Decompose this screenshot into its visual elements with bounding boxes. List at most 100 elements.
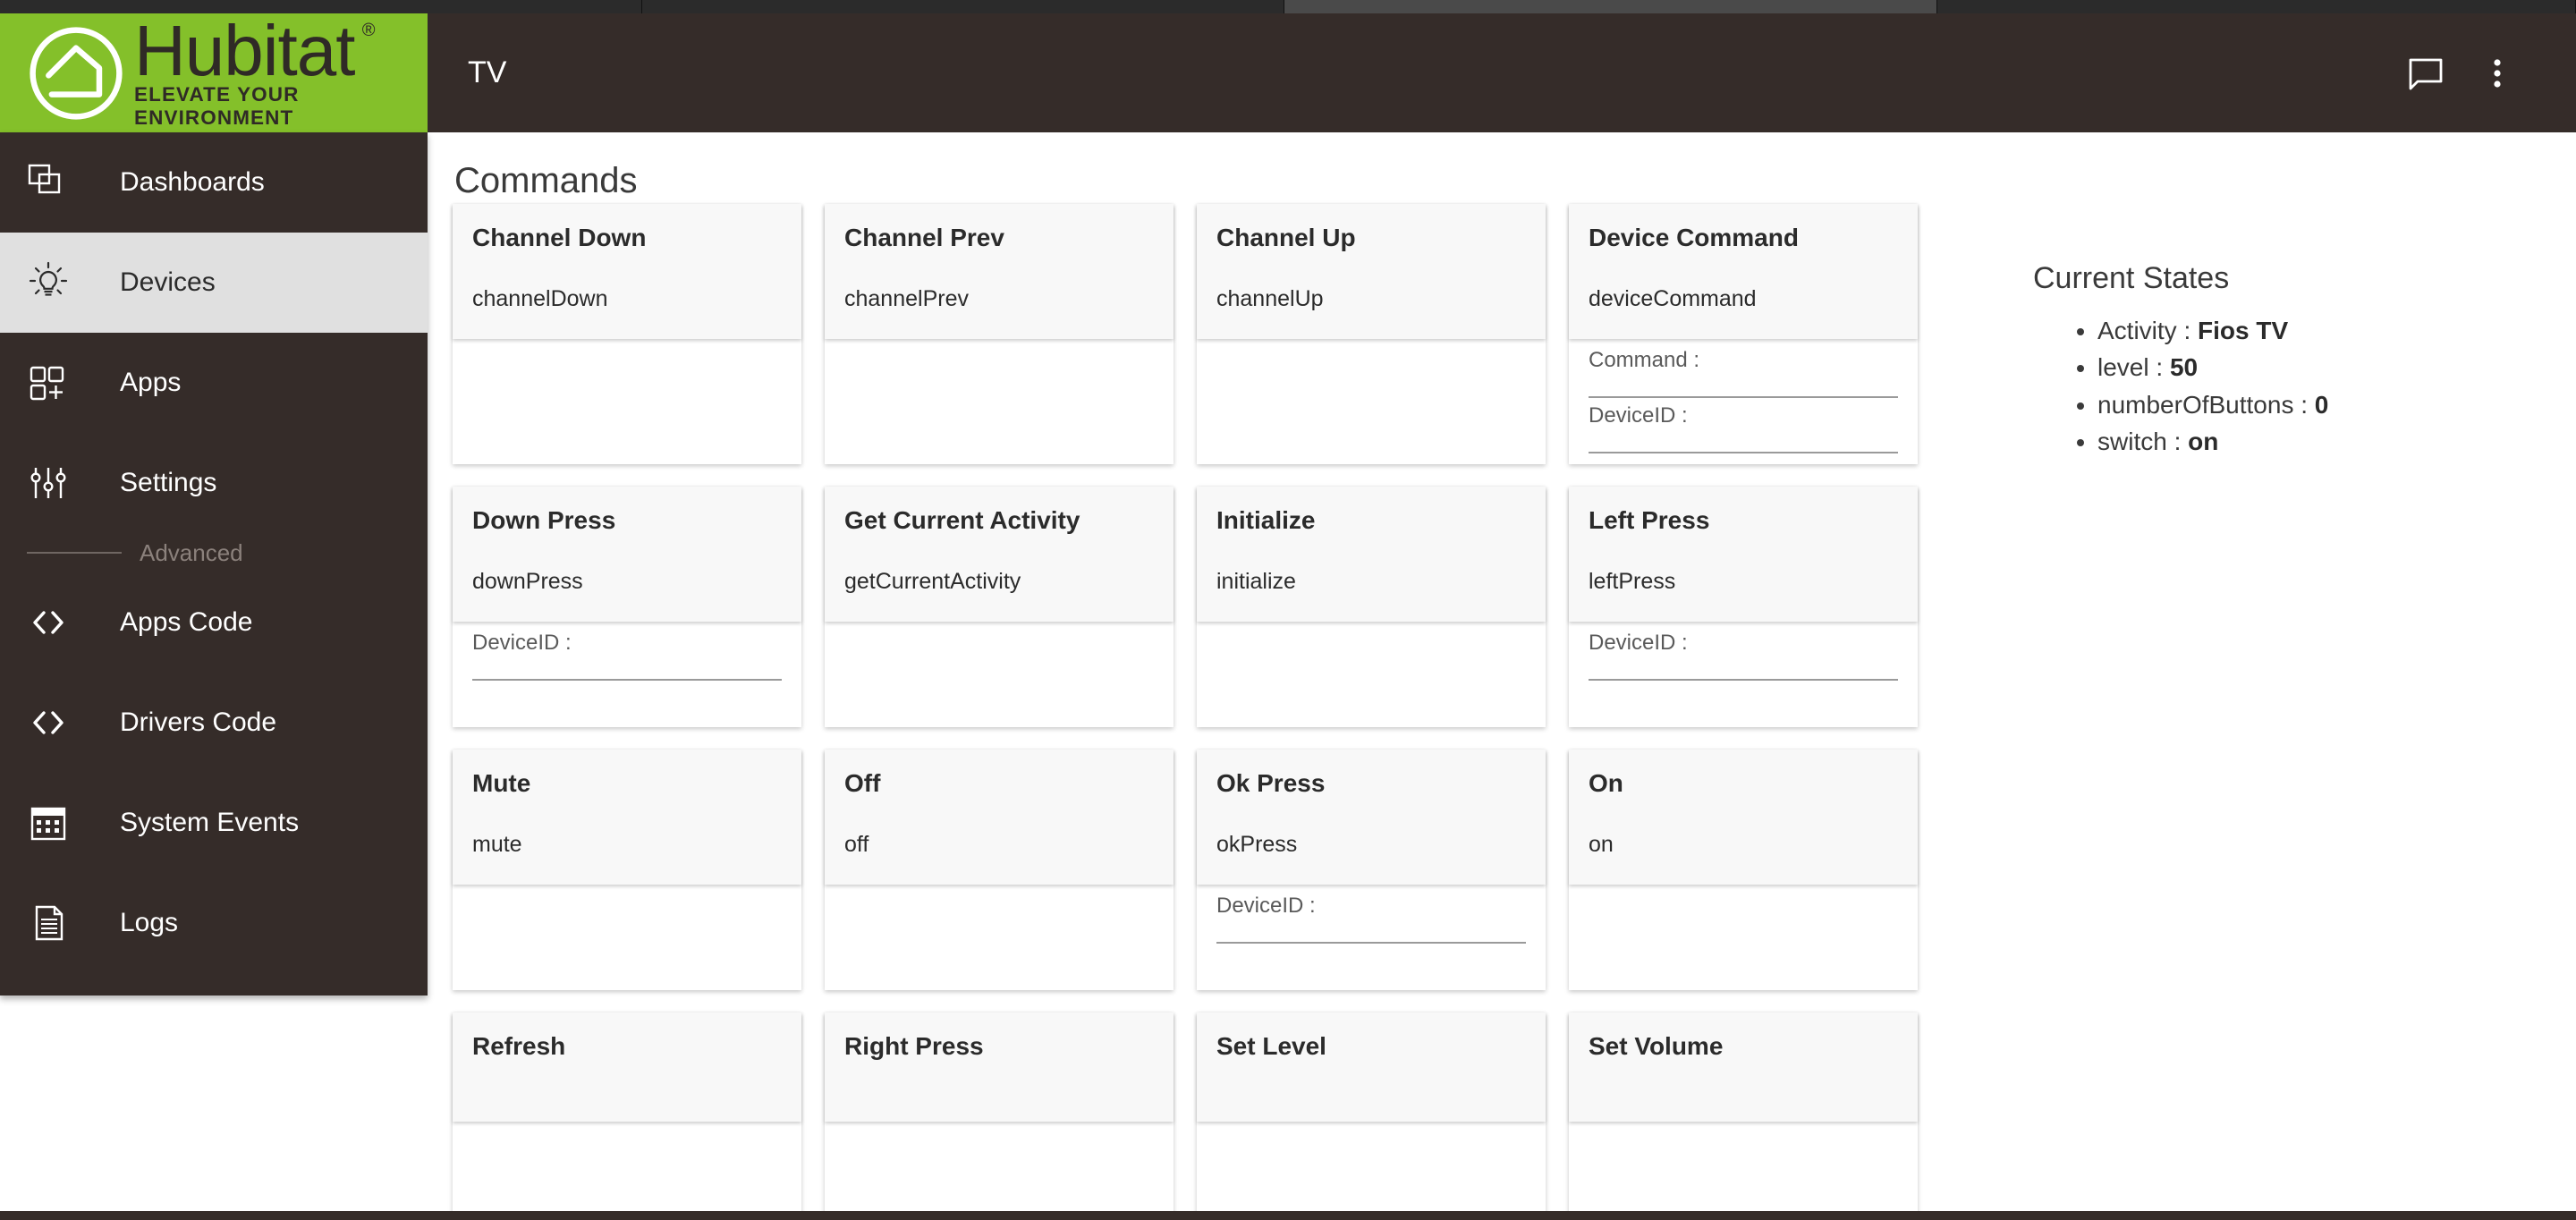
sidebar-item-label: Devices [120, 267, 216, 297]
command-card-header[interactable]: Right Press [825, 1012, 1174, 1122]
command-card-header[interactable]: Off off [825, 750, 1174, 885]
command-card-header[interactable]: Mute mute [453, 750, 801, 885]
command-card-header[interactable]: Device Command deviceCommand [1569, 204, 1918, 339]
command-input-field[interactable]: DeviceID : [1589, 631, 1898, 681]
command-card[interactable]: Off off [825, 750, 1174, 990]
sidebar-item-dashboards[interactable]: Dashboards [0, 132, 428, 233]
command-card-header[interactable]: Down Press downPress [453, 487, 801, 622]
command-input-field[interactable]: DeviceID : [1216, 894, 1526, 944]
command-name: leftPress [1589, 569, 1676, 594]
sidebar-item-devices[interactable]: Devices [0, 233, 428, 333]
browser-tab-3[interactable] [1284, 0, 1937, 13]
field-label: Command : [1589, 348, 1700, 372]
current-states-title: Current States [2033, 261, 2230, 295]
command-card[interactable]: On on [1569, 750, 1918, 990]
sidebar-item-system-events[interactable]: System Events [0, 773, 428, 873]
command-input-field[interactable]: DeviceID : [1589, 403, 1898, 453]
logo-wordmark: Hubitat ® [134, 14, 375, 86]
command-card-header[interactable]: Set Level [1197, 1012, 1546, 1122]
command-card[interactable]: Set Level [1197, 1012, 1546, 1211]
command-card-header[interactable]: On on [1569, 750, 1918, 885]
sidebar-item-label: System Events [120, 808, 300, 837]
state-key: Activity : [2097, 317, 2199, 344]
command-card[interactable]: Channel Down channelDown [453, 204, 801, 464]
dashboards-icon [23, 157, 73, 208]
command-card-title: Initialize [1216, 506, 1316, 534]
logo-wordmark-text: Hubitat [134, 13, 355, 90]
command-card-header[interactable]: Channel Down channelDown [453, 204, 801, 339]
kebab-menu-icon[interactable] [2462, 38, 2533, 109]
bottom-bar [0, 1211, 2576, 1220]
command-card-header[interactable]: Left Press leftPress [1569, 487, 1918, 622]
command-card-header[interactable]: Channel Prev channelPrev [825, 204, 1174, 339]
sidebar-item-drivers-code[interactable]: Drivers Code [0, 673, 428, 773]
command-card[interactable]: Mute mute [453, 750, 801, 990]
command-card[interactable]: Set Volume [1569, 1012, 1918, 1211]
command-input-field[interactable]: Command : [1589, 348, 1898, 398]
hubitat-logo[interactable]: Hubitat ® ELEVATE YOUR ENVIRONMENT [0, 13, 428, 132]
field-label: DeviceID : [1216, 894, 1316, 918]
command-card[interactable]: Down Press downPress DeviceID : [453, 487, 801, 727]
current-states-list: Activity : Fios TVlevel : 50numberOfButt… [2033, 312, 2534, 461]
command-card[interactable]: Channel Up channelUp [1197, 204, 1546, 464]
command-card-header[interactable]: Ok Press okPress [1197, 750, 1546, 885]
command-card-body [1569, 1122, 1918, 1211]
field-underline[interactable] [472, 679, 782, 681]
command-card[interactable]: Get Current Activity getCurrentActivity [825, 487, 1174, 727]
command-card-header[interactable]: Set Volume [1569, 1012, 1918, 1122]
current-state-item: numberOfButtons : 0 [2097, 386, 2534, 423]
command-name: deviceCommand [1589, 286, 1757, 311]
command-name: downPress [472, 569, 583, 594]
command-name: okPress [1216, 832, 1298, 857]
sidebar-item-apps[interactable]: Apps [0, 333, 428, 433]
command-card[interactable]: Refresh [453, 1012, 801, 1211]
browser-tab-1[interactable] [0, 0, 642, 13]
command-card-header[interactable]: Get Current Activity getCurrentActivity [825, 487, 1174, 622]
commands-row: Refresh Right Press Set Level Set Volume [453, 1012, 1973, 1211]
command-card-title: Set Level [1216, 1032, 1326, 1060]
browser-tab-2[interactable] [642, 0, 1284, 13]
state-key: numberOfButtons : [2097, 390, 2315, 419]
command-card[interactable]: Channel Prev channelPrev [825, 204, 1174, 464]
command-card[interactable]: Device Command deviceCommand Command : Devi… [1569, 204, 1918, 464]
page-title: Commands [454, 161, 638, 200]
command-card[interactable]: Left Press leftPress DeviceID : [1569, 487, 1918, 727]
calendar-icon [23, 798, 73, 848]
sidebar-item-label: Logs [120, 908, 179, 937]
command-card-body [825, 1122, 1174, 1211]
sidebar-item-apps-code[interactable]: Apps Code [0, 572, 428, 673]
command-card-body [1197, 1122, 1546, 1211]
command-card-header[interactable]: Refresh [453, 1012, 801, 1122]
field-underline[interactable] [1216, 942, 1526, 944]
command-name: mute [472, 832, 522, 857]
command-card[interactable]: Initialize initialize [1197, 487, 1546, 727]
hubitat-house-icon [23, 21, 129, 126]
browser-tab-4[interactable] [1937, 0, 2576, 13]
code-brackets-icon [23, 698, 73, 748]
apps-grid-icon [23, 358, 73, 408]
state-value: Fios TV [2198, 317, 2289, 344]
field-underline[interactable] [1589, 679, 1898, 681]
field-label: DeviceID : [472, 631, 572, 655]
current-state-item: switch : on [2097, 423, 2534, 460]
command-card-body [453, 1122, 801, 1211]
command-card-title: Mute [472, 769, 531, 797]
command-input-field[interactable]: DeviceID : [472, 631, 782, 681]
field-underline[interactable] [1589, 396, 1898, 398]
divider-rule [27, 552, 122, 554]
command-name: off [844, 832, 869, 857]
state-key: level : [2097, 353, 2170, 382]
field-underline[interactable] [1589, 452, 1898, 453]
command-card-header[interactable]: Channel Up channelUp [1197, 204, 1546, 339]
command-card-header[interactable]: Initialize initialize [1197, 487, 1546, 622]
browser-tab-strip [0, 0, 2576, 13]
sidebar-item-logs[interactable]: Logs [0, 873, 428, 973]
comment-icon[interactable] [2390, 38, 2462, 109]
command-card-title: Channel Down [472, 224, 647, 251]
sidebar-item-settings[interactable]: Settings [0, 433, 428, 533]
command-card-title: Right Press [844, 1032, 984, 1060]
command-card[interactable]: Right Press [825, 1012, 1174, 1211]
command-card[interactable]: Ok Press okPress DeviceID : [1197, 750, 1546, 990]
command-card-body [825, 339, 1174, 445]
command-card-title: Off [844, 769, 881, 797]
